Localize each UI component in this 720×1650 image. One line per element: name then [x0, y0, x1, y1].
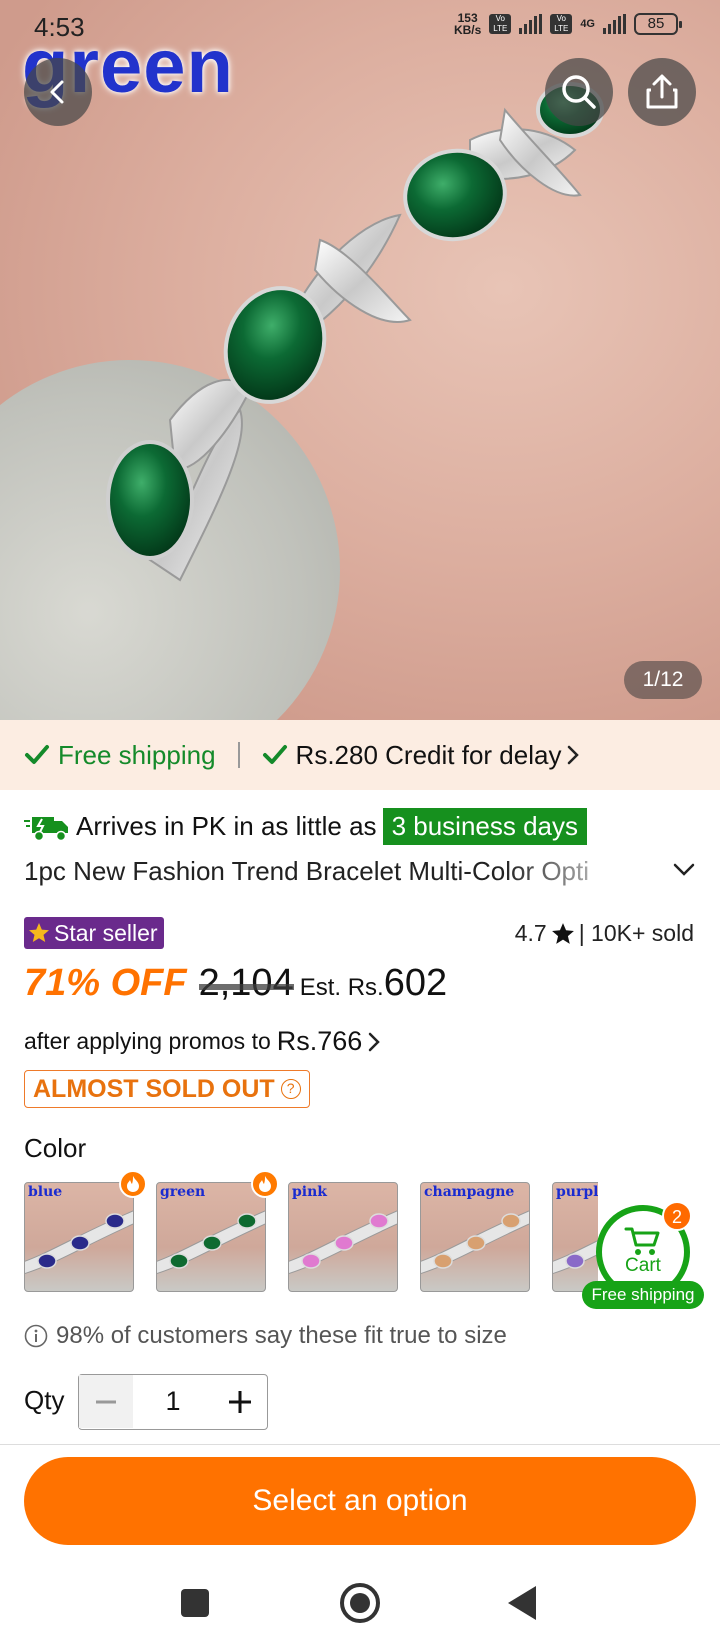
- cart-count-badge: 2: [662, 1201, 692, 1231]
- title-fade: [504, 856, 696, 892]
- select-option-button[interactable]: Select an option: [24, 1457, 696, 1545]
- back-nav-button[interactable]: [508, 1586, 536, 1620]
- star-seller-label: Star seller: [54, 920, 158, 946]
- hot-fire-icon: [119, 1170, 147, 1198]
- promo-amount: Rs.766: [276, 1026, 363, 1056]
- color-option-pink[interactable]: pink: [288, 1182, 398, 1292]
- volte-icon: Vo LTE: [489, 14, 512, 34]
- quantity-label: Qty: [24, 1385, 65, 1415]
- fit-note: 98% of customers say these fit true to s…: [24, 1322, 507, 1350]
- chevron-left-icon: [50, 80, 64, 104]
- star-seller-badge[interactable]: Star seller: [24, 917, 164, 949]
- signal-icon-2: [603, 14, 626, 34]
- fit-note-text: 98% of customers say these fit true to s…: [56, 1322, 507, 1349]
- chevron-right-icon: [369, 1032, 381, 1051]
- arrival-text: Arrives in PK in as little as: [76, 811, 377, 841]
- original-price: 2,104: [198, 962, 294, 1004]
- decrease-quantity-button[interactable]: [79, 1375, 133, 1428]
- swatch-image: [157, 1210, 265, 1274]
- arrival-days-badge: 3 business days: [382, 808, 588, 845]
- network-speed-unit: KB/s: [453, 23, 482, 37]
- color-swatch-list[interactable]: blue green pink champagne purple: [24, 1182, 598, 1294]
- product-title[interactable]: 1pc New Fashion Trend Bracelet Multi-Col…: [24, 856, 696, 892]
- delivery-truck-icon: [24, 816, 68, 841]
- chevron-down-icon[interactable]: [672, 860, 696, 880]
- cart-button[interactable]: Cart Free shipping 2: [582, 1201, 704, 1311]
- shipping-benefits-bar[interactable]: Free shipping Rs.280 Credit for delay: [0, 720, 720, 790]
- status-bar: 4:53 153 KB/s Vo LTE Vo LTE 4G 85: [0, 0, 720, 54]
- promo-info[interactable]: after applying promos to Rs.766: [24, 1026, 382, 1057]
- discount-label: 71% OFF: [24, 962, 187, 1004]
- color-option-green[interactable]: green: [156, 1182, 266, 1292]
- quantity-stepper[interactable]: 1: [78, 1374, 268, 1430]
- sold-count: | 10K+ sold: [578, 920, 694, 946]
- sold-out-label: ALMOST SOLD OUT: [33, 1074, 275, 1103]
- star-icon: [29, 923, 49, 942]
- cart-icon: [624, 1227, 660, 1255]
- minus-icon: [96, 1400, 116, 1403]
- rating-value: 4.7: [514, 920, 547, 946]
- divider: [237, 742, 240, 768]
- status-icons: 153 KB/s Vo LTE Vo LTE 4G 85: [454, 12, 682, 36]
- search-icon: [562, 75, 596, 109]
- recent-apps-button[interactable]: [181, 1589, 209, 1617]
- share-button[interactable]: [628, 58, 696, 126]
- share-icon: [646, 74, 678, 109]
- free-shipping-label: Free shipping: [58, 739, 216, 770]
- signal-icon: [519, 14, 543, 34]
- system-navigation-bar: [181, 1583, 536, 1623]
- network-type: 4G: [580, 18, 595, 30]
- star-icon: [551, 922, 574, 944]
- swatch-image: [289, 1210, 397, 1274]
- network-speed: 153 KB/s: [454, 12, 481, 36]
- image-counter: 1/12: [624, 661, 702, 699]
- arrival-estimate: Arrives in PK in as little as 3 business…: [24, 808, 588, 845]
- plus-icon: [229, 1390, 251, 1413]
- delay-credit-label: Rs.280 Credit for delay: [295, 739, 562, 770]
- check-icon: [25, 745, 49, 764]
- product-page: green 4:53 153 KB/s Vo LTE Vo LTE 4G 85: [0, 0, 720, 1650]
- color-label: Color: [24, 1133, 87, 1163]
- cart-free-shipping: Free shipping: [582, 1281, 704, 1309]
- final-price: 602: [383, 962, 448, 1004]
- product-image-carousel[interactable]: green 4:53 153 KB/s Vo LTE Vo LTE 4G 85: [0, 0, 720, 720]
- increase-quantity-button[interactable]: [213, 1375, 267, 1428]
- volte-icon-2: Vo LTE: [550, 14, 573, 34]
- almost-sold-out-badge[interactable]: ALMOST SOLD OUT ?: [24, 1070, 310, 1108]
- home-button[interactable]: [340, 1583, 380, 1623]
- hot-fire-icon: [251, 1170, 279, 1198]
- quantity-value[interactable]: 1: [133, 1375, 213, 1429]
- color-option-blue[interactable]: blue: [24, 1182, 134, 1292]
- divider: [0, 1444, 720, 1445]
- color-option-champagne[interactable]: champagne: [420, 1182, 530, 1292]
- cart-label: Cart: [625, 1255, 661, 1276]
- promo-text: after applying promos to: [24, 1028, 271, 1054]
- battery-icon: 85: [634, 13, 682, 35]
- info-icon: [24, 1324, 48, 1348]
- price-row: 71% OFF 2,104 Est. Rs. 602: [24, 962, 447, 1005]
- search-button[interactable]: [545, 58, 613, 126]
- check-icon: [262, 745, 287, 764]
- back-button[interactable]: [24, 58, 92, 126]
- rating-summary[interactable]: 4.7 | 10K+ sold: [515, 920, 694, 947]
- status-time: 4:53: [34, 12, 85, 42]
- chevron-right-icon: [568, 745, 580, 765]
- swatch-image: [25, 1210, 133, 1274]
- estimated-label: Est. Rs.: [299, 974, 384, 1001]
- question-icon: ?: [280, 1079, 301, 1099]
- swatch-image: [421, 1210, 529, 1274]
